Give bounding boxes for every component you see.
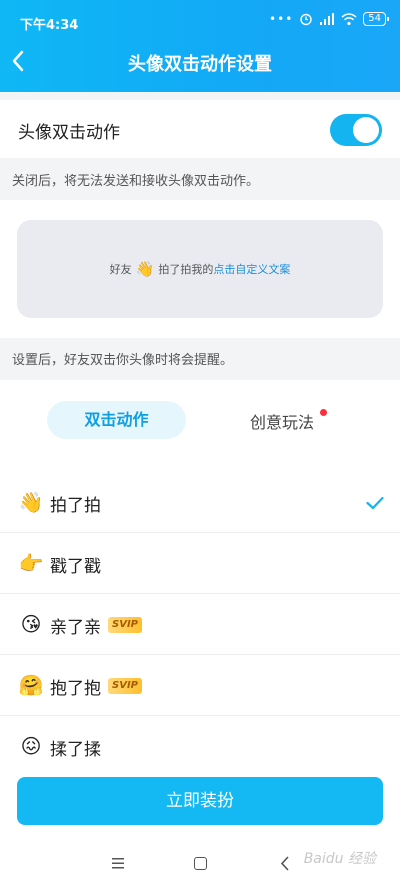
tab-bar: 双击动作 创意玩法 <box>0 380 400 456</box>
list-item-poke[interactable]: 👉 戳了戳 <box>0 533 400 594</box>
battery-icon: 54 <box>363 12 389 26</box>
squint-face-icon: 😖 <box>20 734 42 758</box>
pointing-finger-icon: 👉 <box>18 551 44 575</box>
enable-hint-text: 设置后，好友双击你头像时将会提醒。 <box>12 353 234 368</box>
toggle-label: 头像双击动作 <box>18 123 120 143</box>
action-list: 👋 拍了拍 👉 戳了戳 😘 亲了亲 SVIP 🤗 抱了抱 SVIP 😖 揉了揉 <box>0 472 400 777</box>
wave-hand-icon: 👋 <box>135 260 155 278</box>
preview-card: 好友 👋 拍了拍我的 点击自定义文案 <box>17 220 383 318</box>
hug-face-icon: 🤗 <box>18 673 44 697</box>
svip-badge: SVIP <box>108 678 142 694</box>
toggle-knob <box>353 117 379 143</box>
home-icon[interactable] <box>194 857 207 870</box>
action-label: 亲了亲 <box>50 618 101 638</box>
status-time: 下午4:34 <box>20 18 79 33</box>
tab-double-click-actions[interactable]: 双击动作 <box>47 401 186 439</box>
wave-hand-icon: 👋 <box>18 490 44 514</box>
disable-hint-text: 关闭后，将无法发送和接收头像双击动作。 <box>12 174 260 189</box>
preview-prefix: 好友 <box>109 263 132 276</box>
action-label: 揉了揉 <box>50 740 101 760</box>
divider <box>0 92 400 100</box>
notification-dots: ••• <box>269 12 294 26</box>
system-nav-bar: Baidu 经验 <box>0 840 400 888</box>
list-item-rub[interactable]: 😖 揉了揉 <box>0 716 400 777</box>
signal-icon <box>320 12 335 25</box>
new-badge-dot <box>320 409 327 416</box>
status-icons: ••• 54 <box>269 12 389 26</box>
action-label: 拍了拍 <box>50 496 101 516</box>
apply-now-button[interactable]: 立即装扮 <box>17 777 383 825</box>
list-item-hug[interactable]: 🤗 抱了抱 SVIP <box>0 655 400 716</box>
status-bar: 下午4:34 ••• 54 <box>0 0 400 40</box>
customize-text-link[interactable]: 点击自定义文案 <box>213 261 290 277</box>
preview-action: 拍了拍我的 <box>158 263 214 276</box>
kiss-face-icon: 😘 <box>20 612 42 636</box>
page-title: 头像双击动作设置 <box>128 54 272 75</box>
app-header: 下午4:34 ••• 54 头像双击动作设置 <box>0 0 400 92</box>
preview-section: 好友 👋 拍了拍我的 点击自定义文案 <box>0 200 400 338</box>
nav-back-icon[interactable] <box>280 856 290 871</box>
list-item-kiss[interactable]: 😘 亲了亲 SVIP <box>0 594 400 655</box>
wifi-icon <box>341 12 357 25</box>
double-click-toggle-row: 头像双击动作 <box>0 100 400 158</box>
double-click-toggle[interactable] <box>330 114 382 146</box>
watermark: Baidu 经验 <box>303 851 376 867</box>
menu-icon[interactable] <box>112 858 124 869</box>
alarm-icon <box>300 13 312 26</box>
list-item-pat[interactable]: 👋 拍了拍 <box>0 472 400 533</box>
svip-badge: SVIP <box>108 617 142 633</box>
tab-creative-play[interactable]: 创意玩法 <box>250 409 314 433</box>
checkmark-icon <box>366 496 384 510</box>
action-label: 抱了抱 <box>50 679 101 699</box>
action-label: 戳了戳 <box>50 557 101 577</box>
